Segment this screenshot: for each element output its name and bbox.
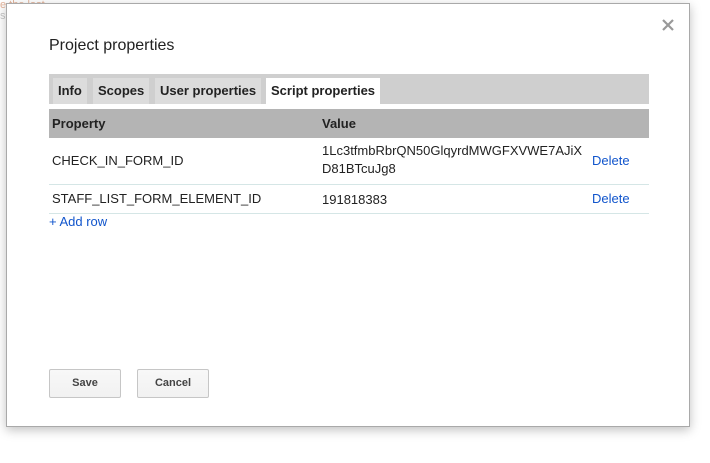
close-icon[interactable] <box>661 18 675 32</box>
tab-bar: Info Scopes User properties Script prope… <box>49 74 649 104</box>
dialog-title: Project properties <box>49 37 175 54</box>
property-value[interactable]: 191818383 <box>322 191 590 209</box>
property-name[interactable]: STAFF_LIST_FORM_ELEMENT_ID <box>52 191 261 206</box>
column-header-value: Value <box>322 116 356 131</box>
tab-scopes[interactable]: Scopes <box>93 78 150 104</box>
property-name[interactable]: CHECK_IN_FORM_ID <box>52 153 183 168</box>
table-header: Property Value <box>49 109 649 138</box>
delete-link[interactable]: Delete <box>592 153 630 168</box>
tab-script-properties[interactable]: Script properties <box>266 78 381 104</box>
column-header-property: Property <box>52 116 106 131</box>
add-row-link[interactable]: + Add row <box>49 214 107 229</box>
cancel-button[interactable]: Cancel <box>137 369 209 398</box>
project-properties-dialog: Project properties Info Scopes User prop… <box>6 3 690 427</box>
tab-info[interactable]: Info <box>53 78 87 104</box>
table-row: CHECK_IN_FORM_ID 1Lc3tfmbRbrQN50GlqyrdMW… <box>49 138 649 185</box>
table-row: STAFF_LIST_FORM_ELEMENT_ID 191818383 Del… <box>49 185 649 214</box>
tab-user-properties[interactable]: User properties <box>155 78 262 104</box>
save-button[interactable]: Save <box>49 369 121 398</box>
properties-table: Property Value CHECK_IN_FORM_ID 1Lc3tfmb… <box>49 109 649 214</box>
property-value[interactable]: 1Lc3tfmbRbrQN50GlqyrdMWGFXVWE7AJiXD81BTc… <box>322 142 590 178</box>
delete-link[interactable]: Delete <box>592 191 630 206</box>
